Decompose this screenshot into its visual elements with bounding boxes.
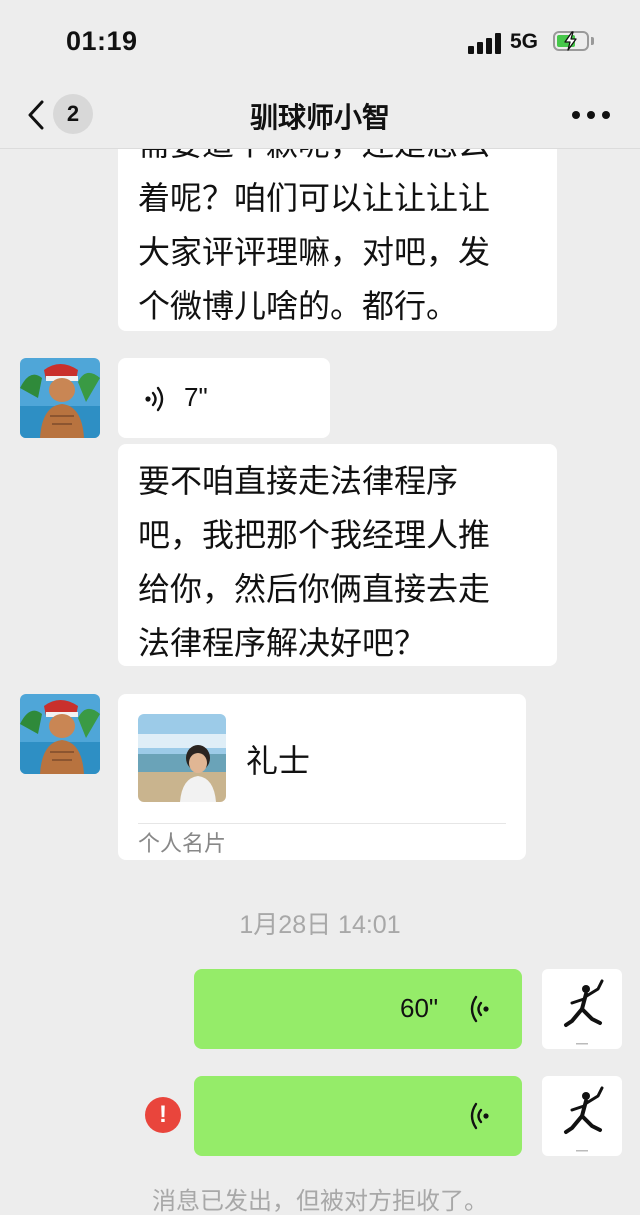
voice-wave-icon	[470, 1102, 489, 1130]
exclamation-icon[interactable]: !	[145, 1097, 181, 1133]
message-text: 需要道个歉呢，还是怎么 着呢？咱们可以让让让让 大家评评理嘛，对吧，发 个微博儿…	[138, 149, 491, 325]
jumpman-logo-icon	[564, 1086, 604, 1152]
charging-bolt-icon	[564, 31, 577, 51]
message-text: 要不咱直接走法律程序 吧，我把那个我经理人推 给你，然后你俩直接去走 法律程序解…	[138, 462, 491, 662]
jumpman-logo-icon	[564, 979, 604, 1045]
network-label: 5G	[510, 30, 539, 53]
status-time: 01:19	[66, 26, 138, 56]
system-note: 消息已发出，但被对方拒收了。	[152, 1187, 488, 1215]
status-bar: 01:19 5G	[0, 0, 640, 84]
timestamp: 1月28日 14:01	[239, 911, 401, 939]
signal-icon	[468, 32, 502, 54]
contact-card-label: 个人名片	[138, 832, 227, 857]
contact-name: 礼士	[246, 742, 311, 780]
contact-photo	[138, 714, 226, 802]
chat-area[interactable]: 需要道个歉呢，还是怎么 着呢？咱们可以让让让让 大家评评理嘛，对吧，发 个微博儿…	[0, 149, 640, 1215]
chevron-left-icon[interactable]	[26, 99, 46, 131]
more-dots-icon[interactable]	[572, 111, 610, 119]
voice-duration: 7"	[184, 382, 208, 412]
voice-message-outgoing[interactable]: 60"	[194, 969, 522, 1049]
avatar[interactable]	[20, 694, 100, 774]
voice-duration: 60"	[400, 993, 439, 1023]
voice-wave-icon	[470, 995, 489, 1023]
message-bubble-incoming[interactable]: 要不咱直接走法律程序 吧，我把那个我经理人推 给你，然后你俩直接去走 法律程序解…	[118, 444, 557, 666]
nav-bar: 2 驯球师小智	[0, 84, 640, 149]
avatar[interactable]	[20, 358, 100, 438]
message-bubble-incoming[interactable]: 需要道个歉呢，还是怎么 着呢？咱们可以让让让让 大家评评理嘛，对吧，发 个微博儿…	[118, 149, 557, 331]
contact-card[interactable]: 礼士 个人名片	[118, 694, 526, 860]
chat-title: 驯球师小智	[249, 101, 390, 134]
avatar-image	[20, 358, 100, 438]
voice-wave-icon	[145, 386, 164, 412]
voice-message-outgoing[interactable]	[194, 1076, 522, 1156]
avatar[interactable]	[542, 1076, 622, 1156]
voice-message-incoming[interactable]: 7"	[118, 358, 330, 438]
battery-nub	[591, 37, 594, 45]
avatar-image	[20, 694, 100, 774]
avatar[interactable]	[542, 969, 622, 1049]
unread-count-badge[interactable]: 2	[53, 94, 93, 134]
card-divider	[138, 823, 506, 824]
